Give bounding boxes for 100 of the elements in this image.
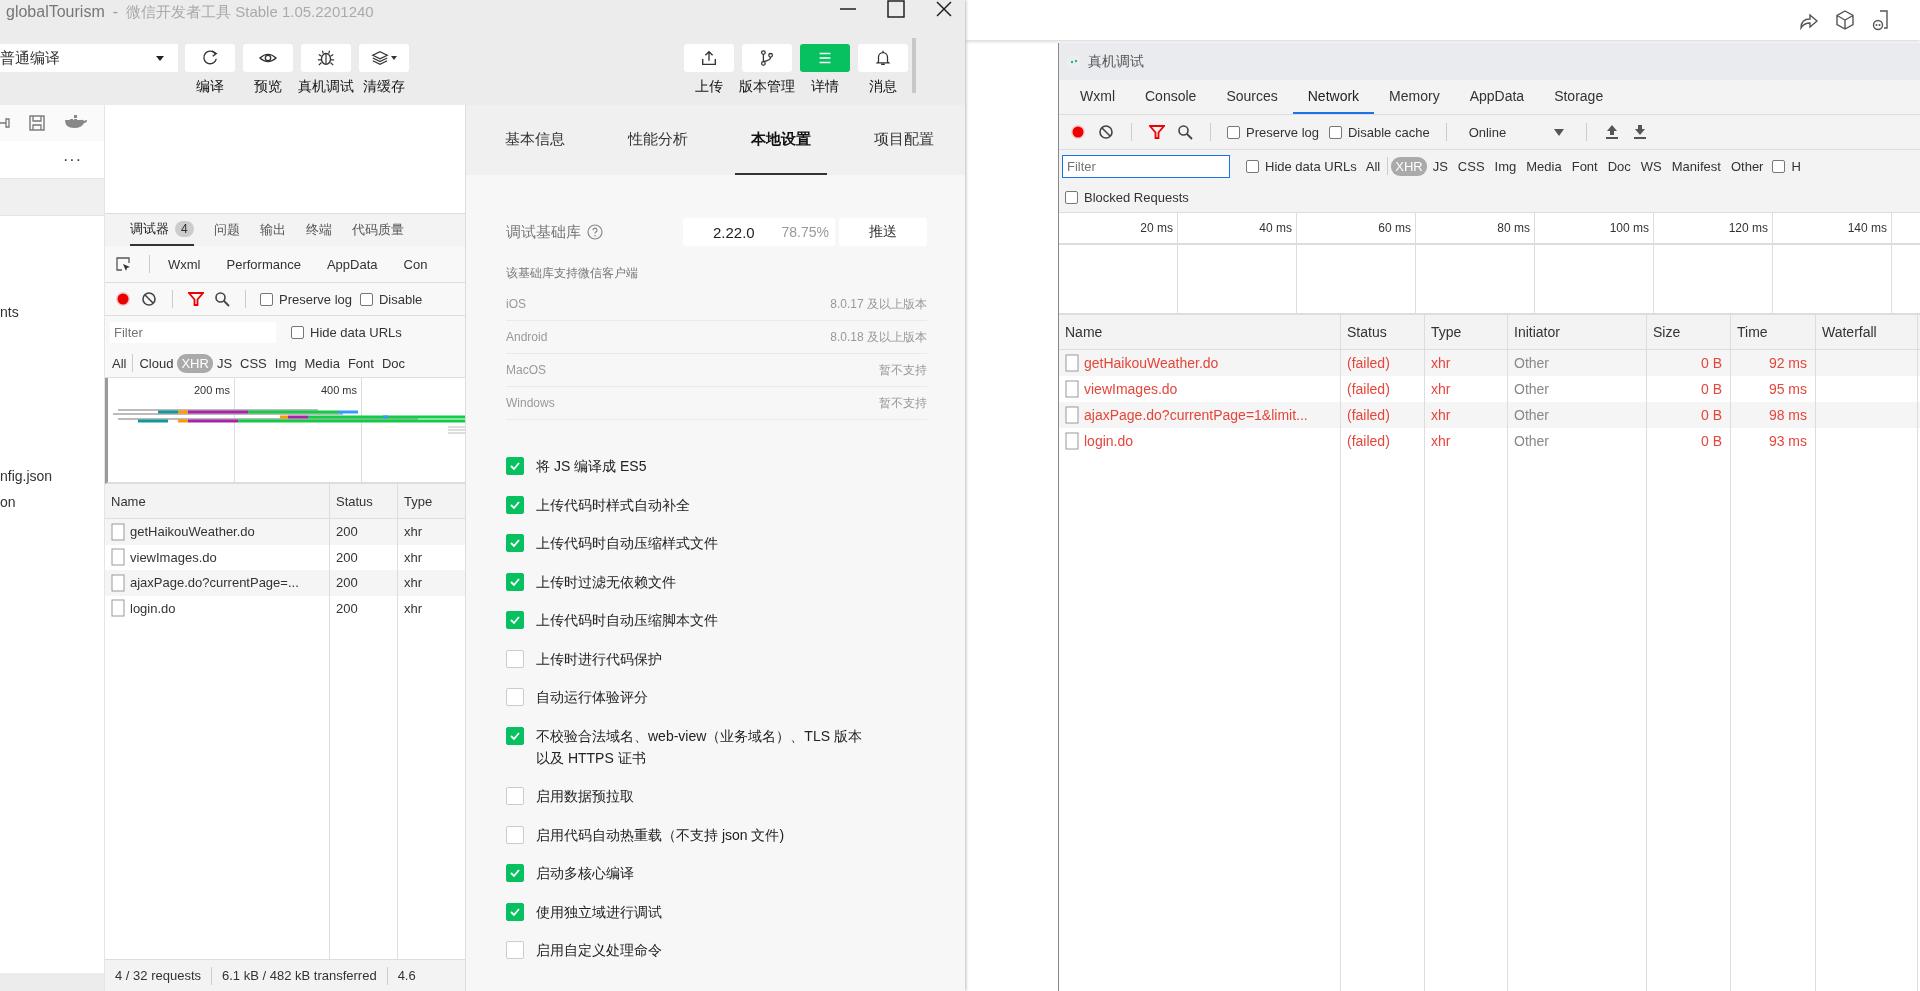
column-header[interactable]: Status	[1341, 315, 1425, 349]
panel-tab[interactable]: Wxml	[168, 256, 201, 272]
type-filter[interactable]: CSS	[1453, 156, 1489, 176]
panel-tab[interactable]: Wxml	[1065, 80, 1130, 114]
record-button[interactable]	[114, 290, 132, 308]
file-item[interactable]: nfig.json	[0, 463, 104, 489]
panel-tab[interactable]: Con	[403, 256, 428, 272]
column-header[interactable]: Type	[1425, 315, 1508, 349]
column-header[interactable]: Status	[330, 484, 398, 518]
checkbox[interactable]	[506, 649, 524, 668]
push-button[interactable]: 推送	[839, 218, 927, 246]
type-filter[interactable]: Font	[343, 353, 378, 373]
checkbox-label[interactable]: Hide data URLs	[1265, 158, 1357, 174]
column-header[interactable]: Initiator	[1508, 315, 1647, 349]
filter-field[interactable]: Filter	[110, 322, 276, 343]
settings-tab[interactable]: 性能分析	[612, 105, 705, 175]
checkbox[interactable]	[506, 572, 524, 591]
clear-button[interactable]	[1097, 123, 1115, 141]
column-header[interactable]: Name	[105, 484, 330, 518]
upload-button[interactable]	[683, 44, 734, 72]
throttling-dropdown[interactable]: Online	[1462, 124, 1571, 140]
column-header[interactable]: Size	[1647, 315, 1731, 349]
type-filter[interactable]: Cloud	[135, 353, 178, 373]
settings-tab[interactable]: 本地设置	[734, 105, 827, 175]
clear-button[interactable]	[140, 290, 158, 308]
type-filter[interactable]: JS	[1428, 156, 1452, 176]
record-button[interactable]	[1069, 123, 1087, 141]
panel-tab[interactable]: Console	[1130, 80, 1212, 114]
type-filter[interactable]: Media	[300, 353, 344, 373]
checkbox[interactable]	[506, 495, 524, 514]
filter-button[interactable]	[1148, 123, 1166, 141]
type-filter[interactable]: Img	[270, 353, 301, 373]
checkbox[interactable]	[360, 292, 373, 306]
column-header[interactable]: Time	[1731, 315, 1816, 349]
type-filter[interactable]: Doc	[377, 353, 409, 373]
checkbox-label[interactable]: Disable cache	[1348, 124, 1430, 140]
maximize-button[interactable]	[887, 0, 905, 18]
type-filter[interactable]: All	[1361, 156, 1385, 176]
option-label[interactable]: 启用数据预拉取	[536, 785, 866, 807]
checkbox-label[interactable]: Preserve log	[279, 291, 352, 307]
checkbox-label[interactable]: H	[1791, 158, 1801, 174]
type-filter[interactable]: All	[108, 353, 131, 373]
version-select[interactable]: 2.22.0 78.75%	[683, 218, 835, 246]
file-item[interactable]: nts	[0, 299, 104, 325]
column-header[interactable]: Waterfall	[1816, 315, 1918, 349]
settings-tab[interactable]: 项目配置	[857, 105, 950, 175]
checkbox[interactable]	[1246, 159, 1259, 173]
checkbox-label[interactable]: Hide data URLs	[310, 325, 402, 340]
toolbar-label[interactable]: 版本管理	[738, 78, 795, 96]
search-button[interactable]	[213, 290, 231, 308]
toolbar-label[interactable]: 编译	[195, 78, 224, 96]
type-filter[interactable]: WS	[1636, 156, 1666, 176]
file-item[interactable]: on	[0, 489, 104, 515]
filter-button[interactable]	[187, 290, 205, 308]
option-label[interactable]: 上传代码时自动压缩脚本文件	[536, 609, 866, 631]
checkbox[interactable]	[506, 726, 524, 745]
close-button[interactable]	[935, 0, 953, 18]
debugger-tab[interactable]: 输出	[259, 214, 286, 246]
type-filter[interactable]: Img	[1490, 156, 1521, 176]
type-filter[interactable]: JS	[212, 353, 237, 373]
type-filter[interactable]: Other	[1726, 156, 1768, 176]
option-label[interactable]: 启用代码自动热重载（不支持 json 文件)	[536, 823, 866, 846]
debugger-tab[interactable]: 终端	[305, 214, 332, 246]
type-filter[interactable]: Media	[1522, 156, 1566, 176]
option-label[interactable]: 上传时进行代码保护	[536, 647, 866, 670]
toolbar-label[interactable]: 预览	[253, 78, 282, 96]
type-filter[interactable]: Manifest	[1667, 156, 1725, 176]
type-filter[interactable]: CSS	[236, 353, 271, 373]
more-button[interactable]: ···	[63, 150, 82, 169]
checkbox[interactable]	[506, 864, 524, 882]
checkbox[interactable]	[1065, 190, 1078, 204]
branch-button[interactable]	[741, 44, 792, 72]
preview-button[interactable]	[242, 44, 293, 72]
checkbox[interactable]	[1227, 125, 1240, 139]
panel-tab[interactable]: Storage	[1539, 80, 1619, 114]
checkbox[interactable]	[506, 457, 524, 475]
type-filter[interactable]: Font	[1567, 156, 1602, 176]
checkbox[interactable]	[506, 941, 524, 959]
debugger-tab[interactable]: 问题	[213, 214, 240, 246]
search-button[interactable]	[1176, 123, 1194, 141]
checkbox[interactable]	[260, 292, 273, 306]
column-header[interactable]: Name	[1059, 315, 1341, 349]
toolbar-label[interactable]: 真机调试	[297, 78, 354, 96]
panel-tab[interactable]: Sources	[1211, 80, 1293, 114]
cache-button[interactable]	[358, 44, 409, 72]
option-label[interactable]: 启动多核心编译	[536, 862, 866, 884]
debug-button[interactable]	[300, 44, 351, 72]
checkbox[interactable]	[506, 787, 524, 805]
debugger-tab[interactable]: 代码质量	[351, 214, 404, 246]
option-label[interactable]: 上传时过滤无依赖文件	[536, 570, 866, 593]
toolbar-label[interactable]: 详情	[810, 78, 839, 96]
checkbox[interactable]	[506, 534, 524, 552]
panel-tab[interactable]: AppData	[326, 256, 378, 272]
option-label[interactable]: 使用独立域进行调试	[536, 900, 866, 923]
compile-mode-dropdown[interactable]: 普通编译	[0, 44, 178, 72]
checkbox[interactable]	[506, 902, 524, 921]
checkbox-label[interactable]: Blocked Requests	[1084, 189, 1189, 205]
option-label[interactable]: 自动运行体验评分	[536, 686, 866, 708]
compile-button[interactable]	[184, 44, 235, 72]
panel-tab[interactable]: Performance	[226, 256, 301, 272]
